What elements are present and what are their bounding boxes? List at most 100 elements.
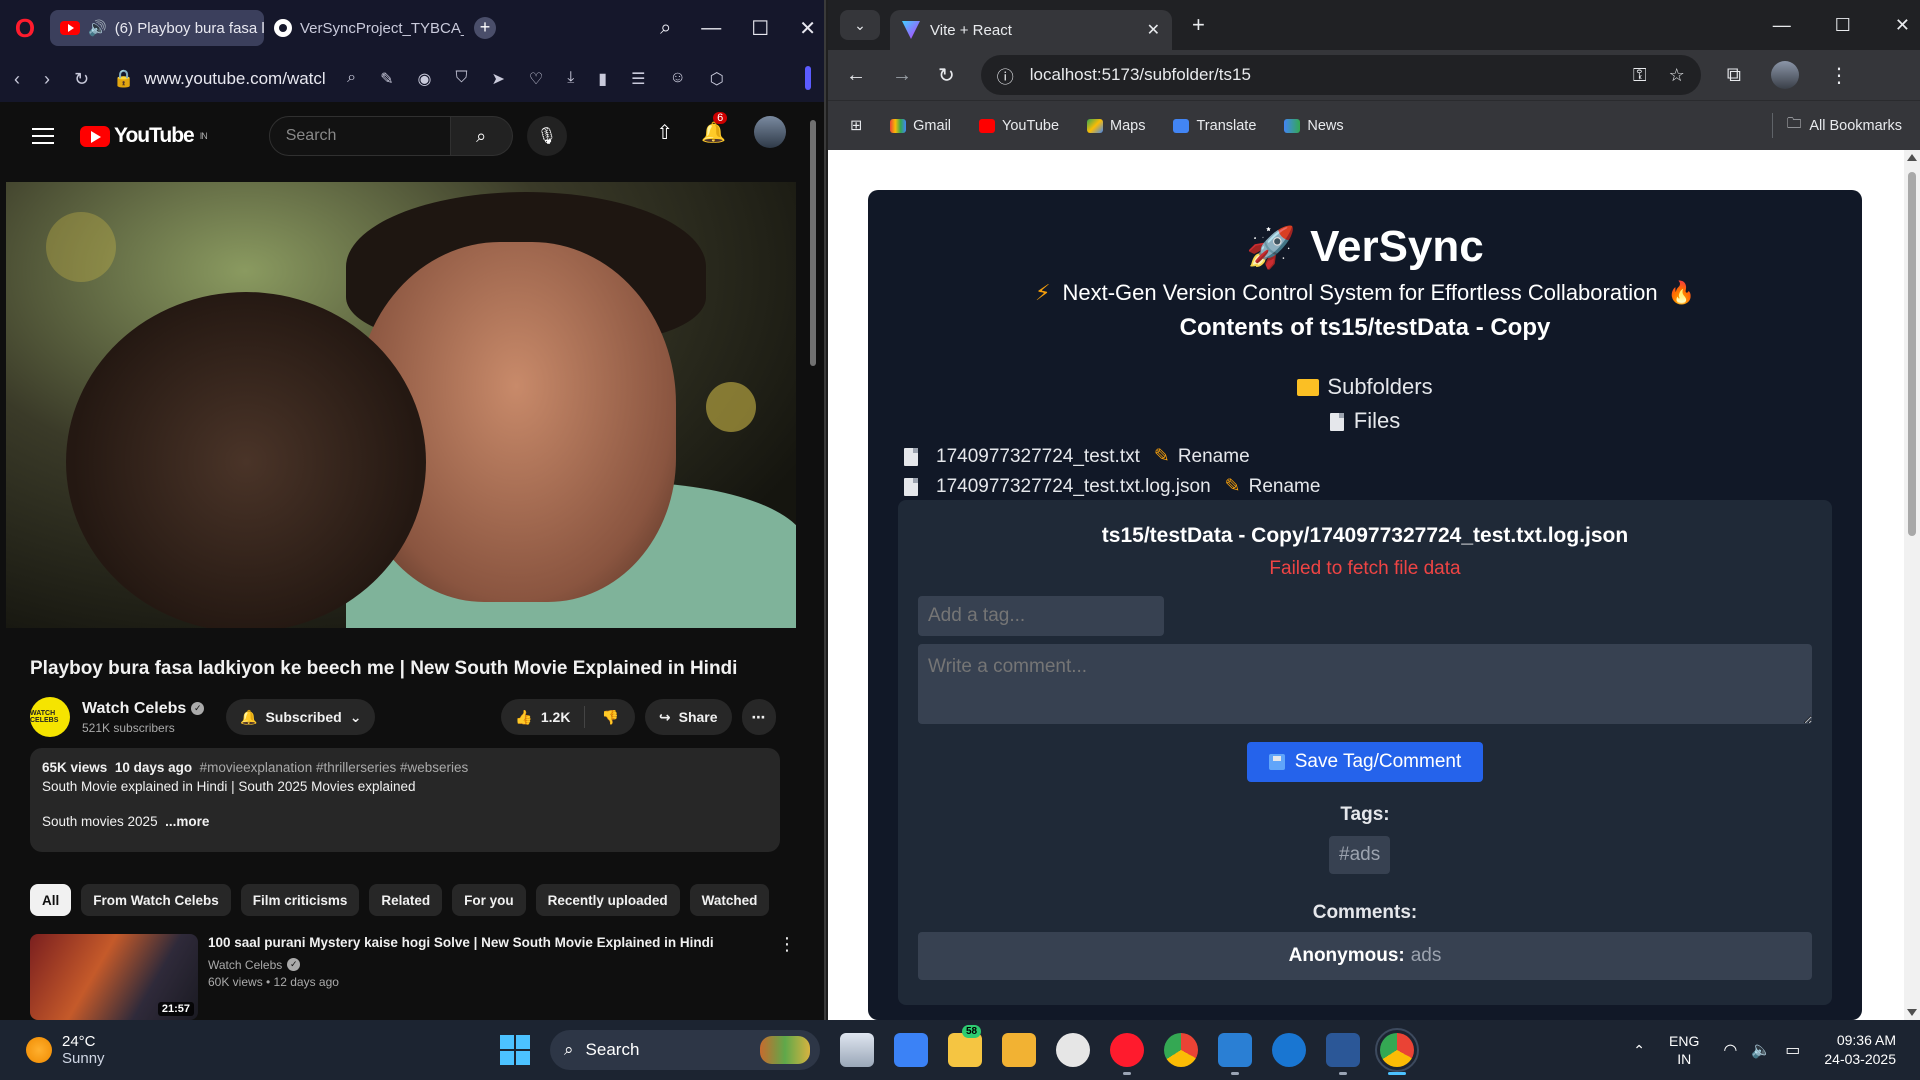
description-box[interactable]: 65K views 10 days ago #movieexplanation … [30,748,780,852]
more-actions-button[interactable]: ⋯ [741,699,776,735]
notepad-icon[interactable] [894,1033,928,1067]
vscode-icon[interactable] [1218,1033,1252,1075]
file-name[interactable]: 1740977327724_test.txt [936,446,1140,468]
search-button[interactable]: ⌕ [450,116,513,156]
kebab-menu-icon[interactable]: ⋮ [1829,63,1849,88]
new-tab-button[interactable]: + [474,17,496,39]
chip-all[interactable]: All [30,884,72,916]
file-name[interactable]: 1740977327724_test.txt.log.json [936,476,1211,498]
app-store-icon[interactable] [1272,1033,1306,1067]
maximize-button[interactable]: ☐ [1835,15,1851,36]
recommended-title[interactable]: 100 saal purani Mystery kaise hogi Solve… [208,934,748,952]
dislike-button[interactable]: 👎 [585,709,634,726]
battery-icon[interactable]: ▭ [1785,1040,1800,1060]
like-button[interactable]: 👍 1.2K [501,706,586,728]
chrome-icon[interactable] [1164,1033,1198,1067]
all-bookmarks[interactable]: 🗀 All Bookmarks [1771,113,1902,138]
battery-icon[interactable]: ▮ [598,69,607,89]
bookmark-gmail[interactable]: Gmail [890,118,951,134]
chip-recently-uploaded[interactable]: Recently uploaded [535,884,680,916]
tag-chip[interactable]: #ads [1329,836,1391,874]
search-tabs-icon[interactable]: ⌕ [660,17,671,40]
url-field[interactable]: 🔒 www.youtube.com/watcl [113,69,326,89]
more-vert-icon[interactable]: ⋮ [778,934,796,1020]
hamburger-menu-icon[interactable] [32,128,54,144]
maximize-button[interactable]: ☐ [751,16,769,41]
youtube-logo[interactable]: YouTube IN [80,124,208,148]
search-input[interactable]: Search [268,116,451,156]
bookmark-star-icon[interactable]: ☆ [1669,65,1685,86]
profile-icon[interactable]: ☺ [669,69,685,89]
chrome-active-icon[interactable] [1375,1028,1419,1075]
weather-widget[interactable]: 24°C Sunny [26,1033,105,1067]
chip-watched[interactable]: Watched [689,884,770,916]
tab-search-button[interactable]: ⌄ [840,10,880,40]
voice-search-button[interactable]: 🎙 [526,116,567,156]
language-indicator[interactable]: ENG IN [1669,1032,1699,1068]
wifi-icon[interactable]: ◠ [1723,1040,1737,1060]
taskbar-search[interactable]: ⌕ Search [550,1030,820,1070]
task-view-icon[interactable] [840,1033,874,1067]
chat-app-icon[interactable]: 58 [948,1025,982,1067]
minimize-button[interactable]: — [701,17,721,40]
close-button[interactable]: ✕ [799,16,816,41]
search-icon[interactable]: ⌕ [347,69,356,89]
hashtags[interactable]: #movieexplanation #thrillerseries #webse… [200,760,469,775]
comment-input[interactable] [918,644,1812,724]
scrollbar[interactable] [1904,150,1920,1020]
extensions-icon[interactable]: ⧉ [1727,64,1741,87]
shield-icon[interactable]: ⛉ [455,69,467,89]
minimize-button[interactable]: — [1773,15,1791,36]
menu-icon[interactable]: ☰ [631,69,645,89]
close-tab-icon[interactable]: ✕ [1147,20,1160,40]
avatar[interactable] [754,116,786,148]
chip-related[interactable]: Related [369,884,443,916]
channel-avatar[interactable]: WATCH CELEBS [30,697,70,737]
speaker-icon[interactable]: 🔊 [88,19,107,37]
recommended-video[interactable]: 21:57 100 saal purani Mystery kaise hogi… [30,934,800,1020]
channel-name[interactable]: Watch Celebs [82,700,186,718]
avatar[interactable] [1771,61,1800,89]
bookmark-translate[interactable]: Translate [1173,118,1256,134]
more-link[interactable]: ...more [165,814,209,829]
password-key-icon[interactable]: ⚿ [1633,65,1647,86]
tab-youtube[interactable]: 🔊 (6) Playboy bura fasa l [50,10,264,46]
chip-for-you[interactable]: For you [452,884,526,916]
word-icon[interactable] [1326,1033,1360,1075]
site-info-icon[interactable]: ⓘ [997,63,1014,88]
windows-start-icon[interactable] [500,1035,530,1065]
subscribed-button[interactable]: 🔔 Subscribed ⌄ [226,699,376,735]
rename-button[interactable]: Rename [1249,476,1321,498]
recommended-channel[interactable]: Watch Celebs [208,958,282,972]
notifications-button[interactable]: 🔔 6 [701,111,728,145]
tag-input[interactable] [918,596,1164,636]
volume-icon[interactable]: 🔈 [1751,1040,1771,1060]
send-icon[interactable]: ➤ [491,69,504,89]
edit-icon[interactable]: ✎ [380,69,393,89]
opera-logo-icon[interactable]: O [0,13,50,44]
file-explorer-icon[interactable] [1002,1033,1036,1067]
chevron-up-icon[interactable]: ⌃ [1633,1042,1645,1059]
tab-github[interactable]: VerSyncProject_TYBCA_SE [264,10,464,46]
chip-from-channel[interactable]: From Watch Celebs [81,884,231,916]
reload-icon[interactable]: ↻ [938,63,955,88]
forward-icon[interactable]: → [892,64,912,87]
rename-button[interactable]: Rename [1178,446,1250,468]
close-button[interactable]: ✕ [1895,15,1910,36]
share-button[interactable]: ↪ Share [644,699,732,735]
bookmark-maps[interactable]: Maps [1087,118,1145,134]
video-player[interactable] [6,182,802,628]
download-icon[interactable]: ⤓ [567,69,574,89]
cube-icon[interactable]: ⬡ [710,69,724,89]
back-icon[interactable]: ← [846,64,866,87]
bookmark-youtube[interactable]: YouTube [979,118,1059,134]
chip-film-criticisms[interactable]: Film criticisms [240,884,360,916]
bookmark-news[interactable]: News [1284,118,1344,134]
upload-icon[interactable]: ⇧ [656,120,673,145]
reload-icon[interactable]: ↻ [74,69,89,90]
back-icon[interactable]: ‹ [14,69,20,90]
heart-icon[interactable]: ♡ [529,69,543,89]
opera-icon[interactable] [1110,1033,1144,1075]
new-tab-button[interactable]: + [1192,12,1205,38]
scrollbar[interactable] [810,110,818,1020]
